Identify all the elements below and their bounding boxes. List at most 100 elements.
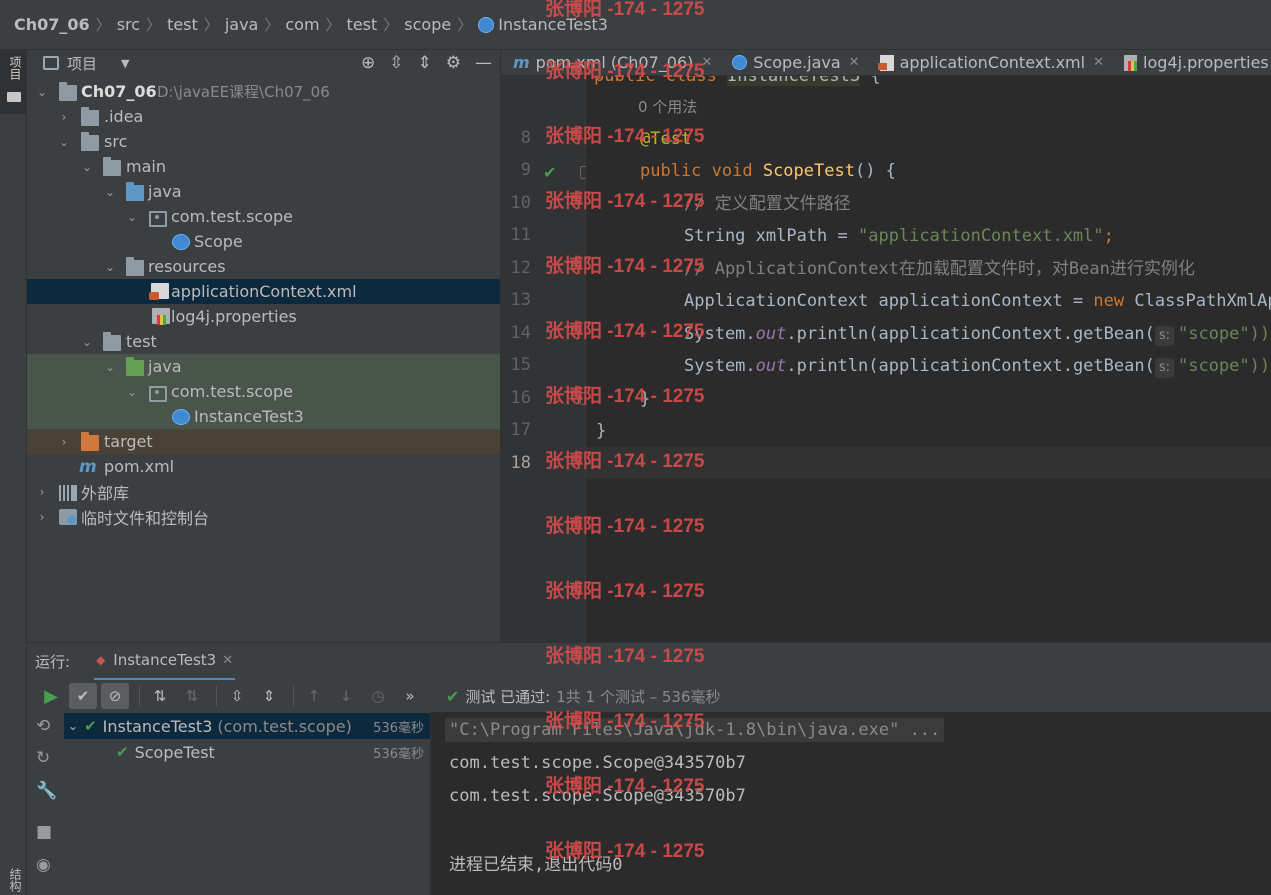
console-line: com.test.scope.Scope@343570b7 bbox=[449, 753, 746, 773]
chevron-down-icon[interactable]: ⌄ bbox=[80, 335, 94, 349]
close-icon[interactable]: ✕ bbox=[222, 653, 233, 668]
previous-failed-icon[interactable]: ↑ bbox=[300, 683, 328, 709]
tree-item-scope-class[interactable]: Scope bbox=[27, 229, 500, 254]
tree-item-log4j[interactable]: log4j.properties bbox=[27, 304, 500, 329]
project-panel-header: 项目 ▼ ⊕ ⇳ ⇕ ⚙ — bbox=[27, 50, 500, 76]
console-command-line[interactable]: "C:\Program Files\Java\jdk-1.8\bin\java.… bbox=[445, 718, 945, 742]
collapse-all-icon[interactable]: ⇕ bbox=[255, 683, 283, 709]
history-icon[interactable]: ◷ bbox=[364, 683, 392, 709]
chevron-down-icon[interactable]: ⌄ bbox=[68, 719, 78, 733]
gear-icon[interactable]: ⚙ bbox=[446, 53, 461, 73]
folder-icon bbox=[7, 92, 21, 102]
test-status: ✔ 测试 已通过: 1共 1 个测试 – 536毫秒 bbox=[446, 686, 721, 707]
run-tab-instance-test[interactable]: ◆ InstanceTest3 ✕ bbox=[94, 643, 236, 681]
class-icon bbox=[172, 234, 190, 250]
chevron-right-icon[interactable]: › bbox=[57, 110, 71, 124]
tree-item-project-root[interactable]: ⌄ Ch07_06 D:\javaEE课程\Ch07_06 bbox=[27, 79, 500, 104]
tree-item-target[interactable]: › target bbox=[27, 429, 500, 454]
wrench-icon[interactable]: 🔧 bbox=[36, 781, 57, 801]
locate-icon[interactable]: ⊕ bbox=[361, 53, 375, 73]
expand-all-icon[interactable]: ⇳ bbox=[389, 53, 403, 73]
breadcrumb: Ch07_06 〉 src 〉 test 〉 java 〉 com 〉 test 〉 sco… bbox=[0, 0, 1271, 50]
code-editor[interactable]: public class InstanceTest3 { 0 个用法 @Test… bbox=[586, 76, 1271, 642]
rerun-icon[interactable]: ▶ bbox=[37, 683, 65, 709]
close-icon[interactable]: ✕ bbox=[849, 55, 860, 70]
breadcrumb-java[interactable]: java bbox=[225, 15, 259, 34]
stop-icon[interactable]: ■ bbox=[36, 822, 52, 842]
breadcrumb-src[interactable]: src bbox=[117, 15, 140, 34]
project-tool-label: 项目 bbox=[8, 56, 22, 80]
tree-item-pom[interactable]: m pom.xml bbox=[27, 454, 500, 479]
tree-item-label: src bbox=[104, 132, 128, 151]
tree-item-main[interactable]: ⌄ main bbox=[27, 154, 500, 179]
tree-item-test[interactable]: ⌄ test bbox=[27, 329, 500, 354]
next-failed-icon[interactable]: ↓ bbox=[332, 683, 360, 709]
toggle-auto-test-icon[interactable]: ↻ bbox=[36, 748, 50, 768]
breadcrumb-com[interactable]: com bbox=[285, 15, 319, 34]
folder-icon bbox=[103, 332, 121, 351]
test-node-method[interactable]: ✔ ScopeTest 536毫秒 bbox=[64, 739, 430, 765]
tree-item-test-package[interactable]: ⌄ com.test.scope bbox=[27, 379, 500, 404]
run-test-gutter-icon[interactable]: ✔ bbox=[543, 163, 556, 182]
breadcrumb-project[interactable]: Ch07_06 bbox=[14, 15, 90, 34]
camera-icon[interactable]: ◉ bbox=[36, 855, 51, 875]
project-tool-tab[interactable]: 项目 bbox=[0, 50, 27, 114]
console-line: com.test.scope.Scope@343570b7 bbox=[449, 786, 746, 806]
editor-gutter: 8 9 ✔ 10 11 12 13 14 15 16 17 18 bbox=[501, 76, 592, 642]
expand-all-icon[interactable]: ⇳ bbox=[223, 683, 251, 709]
chevron-down-icon[interactable]: ⌄ bbox=[80, 160, 94, 174]
tree-item-test-java[interactable]: ⌄ java bbox=[27, 354, 500, 379]
chevron-down-icon[interactable]: ⌄ bbox=[103, 360, 117, 374]
code-line-15: System.out.println(applicationContext.ge… bbox=[684, 356, 1271, 378]
tab-label: log4j.properties bbox=[1143, 53, 1269, 72]
run-config-icon: ◆ bbox=[96, 653, 106, 667]
tree-item-label: main bbox=[126, 157, 166, 176]
close-icon[interactable]: ✕ bbox=[701, 55, 712, 70]
more-actions-icon[interactable]: » bbox=[396, 683, 424, 709]
usage-hint[interactable]: 0 个用法 bbox=[638, 91, 697, 123]
tree-item-main-java[interactable]: ⌄ java bbox=[27, 179, 500, 204]
tree-item-resources[interactable]: ⌄ resources bbox=[27, 254, 500, 279]
project-panel-title[interactable]: 项目 bbox=[67, 53, 97, 74]
tree-item-scratches[interactable]: › 临时文件和控制台 bbox=[27, 504, 500, 529]
chevron-right-icon[interactable]: › bbox=[35, 485, 49, 499]
console-output[interactable]: "C:\Program Files\Java\jdk-1.8\bin\java.… bbox=[431, 712, 1271, 895]
tab-log4j[interactable]: log4j.properties bbox=[1112, 50, 1271, 75]
tree-item-main-package[interactable]: ⌄ com.test.scope bbox=[27, 204, 500, 229]
sort-by-duration-icon[interactable]: ⇅ bbox=[178, 683, 206, 709]
chevron-down-icon[interactable]: ⌄ bbox=[57, 135, 71, 149]
folder-icon bbox=[103, 157, 121, 176]
breadcrumb-test-pkg[interactable]: test bbox=[347, 15, 378, 34]
close-icon[interactable]: ✕ bbox=[1093, 55, 1104, 70]
minimize-icon[interactable]: — bbox=[475, 53, 492, 73]
tab-pom[interactable]: m pom.xml (Ch07_06) ✕ bbox=[501, 50, 720, 75]
breadcrumb-test[interactable]: test bbox=[167, 15, 198, 34]
tab-application-context[interactable]: applicationContext.xml ✕ bbox=[868, 50, 1112, 75]
rerun-failed-icon[interactable]: ⟲ bbox=[36, 716, 50, 736]
test-node-class[interactable]: ⌄ ✔ InstanceTest3 (com.test.scope) 536毫秒 bbox=[64, 713, 430, 739]
show-passed-icon[interactable]: ✔ bbox=[69, 683, 97, 709]
chevron-right-icon[interactable]: › bbox=[57, 435, 71, 449]
tree-item-idea[interactable]: › .idea bbox=[27, 104, 500, 129]
chevron-right-icon[interactable]: › bbox=[35, 510, 49, 524]
chevron-down-icon[interactable]: ⌄ bbox=[35, 85, 49, 99]
sort-alphabetically-icon[interactable]: ⇅ bbox=[146, 683, 174, 709]
tree-item-src[interactable]: ⌄ src bbox=[27, 129, 500, 154]
current-line-highlight bbox=[586, 447, 1271, 479]
breadcrumb-class[interactable]: InstanceTest3 bbox=[498, 15, 608, 34]
chevron-down-icon[interactable]: ⌄ bbox=[103, 185, 117, 199]
run-panel-header: 运行: ◆ InstanceTest3 ✕ bbox=[27, 642, 1271, 681]
chevron-down-icon[interactable]: ▼ bbox=[121, 57, 129, 70]
code-line-16: } bbox=[640, 389, 651, 409]
collapse-all-icon[interactable]: ⇕ bbox=[418, 53, 432, 73]
chevron-down-icon[interactable]: ⌄ bbox=[125, 210, 139, 224]
tree-item-instance-test[interactable]: InstanceTest3 bbox=[27, 404, 500, 429]
chevron-down-icon[interactable]: ⌄ bbox=[125, 385, 139, 399]
structure-tool-tab[interactable]: 结构 bbox=[7, 868, 24, 892]
tree-item-external-libraries[interactable]: › 外部库 bbox=[27, 479, 500, 504]
breadcrumb-scope[interactable]: scope bbox=[404, 15, 451, 34]
chevron-down-icon[interactable]: ⌄ bbox=[103, 260, 117, 274]
tab-scope-java[interactable]: Scope.java ✕ bbox=[720, 50, 867, 75]
tree-item-application-context[interactable]: applicationContext.xml bbox=[27, 279, 500, 304]
show-ignored-icon[interactable]: ⊘ bbox=[101, 683, 129, 709]
